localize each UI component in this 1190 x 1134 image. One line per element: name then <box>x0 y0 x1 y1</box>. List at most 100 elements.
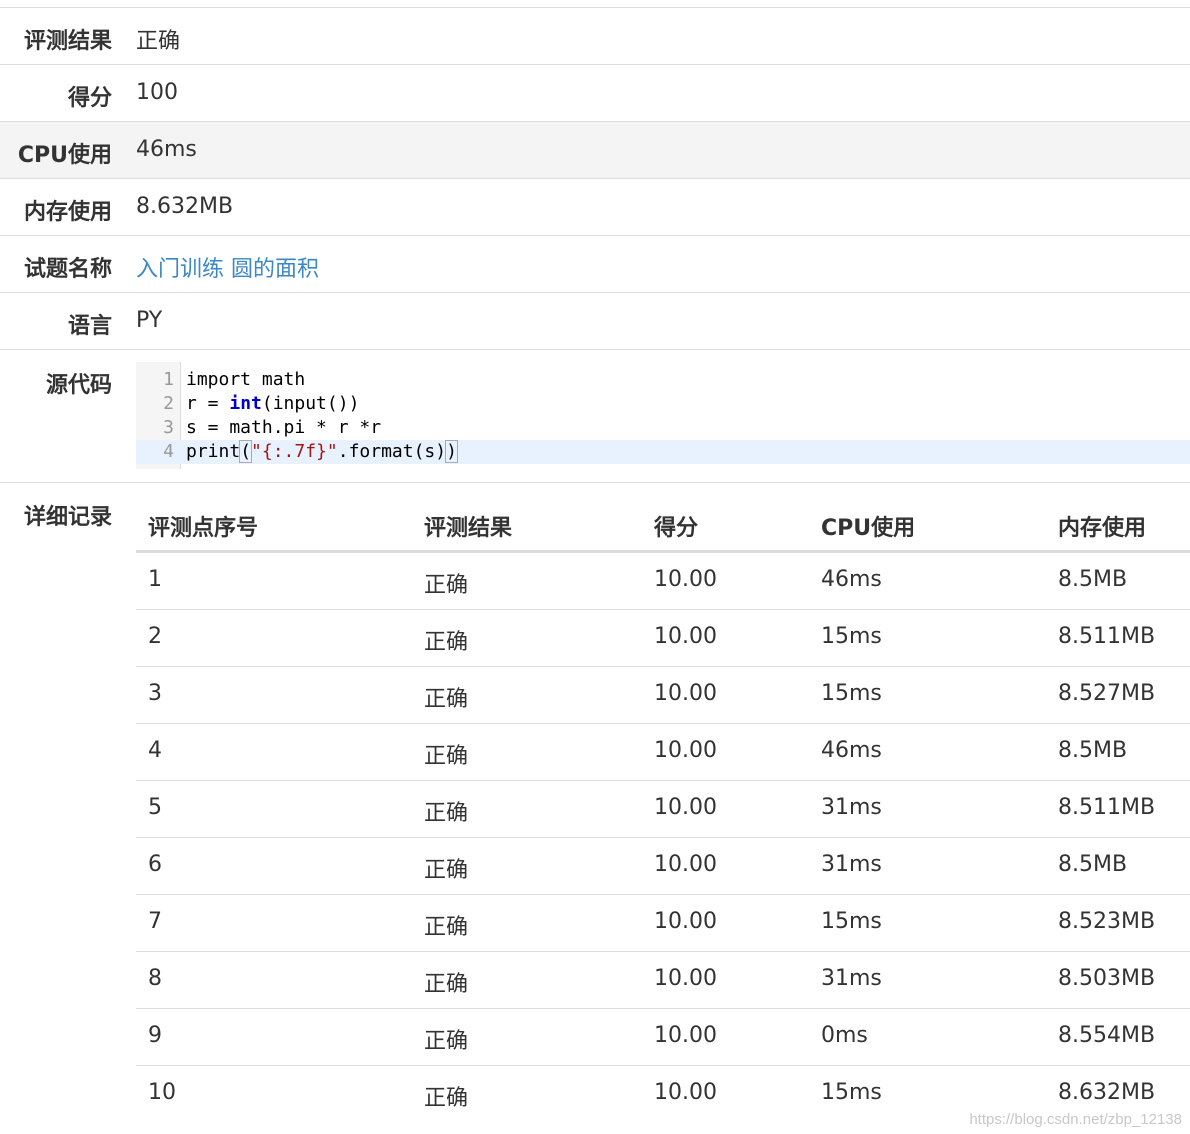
header-memory: 内存使用 <box>1058 516 1147 541</box>
cell-result: 正确 <box>424 744 469 769</box>
code-keyword: int <box>229 393 262 414</box>
cpu-label: CPU使用 <box>17 143 112 168</box>
table-row: 5 正确 10.00 31ms 8.511MB <box>136 781 1190 838</box>
line-number: 2 <box>163 393 174 414</box>
cell-memory: 8.5MB <box>1058 738 1128 763</box>
problem-link[interactable]: 入门训练 圆的面积 <box>136 251 319 283</box>
cell-cpu: 15ms <box>821 1080 882 1105</box>
details-label: 详细记录 <box>23 505 112 530</box>
code-token: .format(s) <box>337 441 447 462</box>
memory-value: 8.632MB <box>136 194 234 219</box>
code-line-1: 1 import math <box>136 368 1190 392</box>
cell-testcase: 6 <box>148 852 162 877</box>
cell-testcase: 3 <box>148 681 162 706</box>
cpu-value: 46ms <box>136 137 197 162</box>
cell-result: 正确 <box>424 1029 469 1054</box>
memory-label: 内存使用 <box>23 200 112 225</box>
cell-score: 10.00 <box>654 567 717 592</box>
cell-result: 正确 <box>424 630 469 655</box>
cell-score: 10.00 <box>654 795 717 820</box>
score-row: 得分 100 <box>0 64 1190 121</box>
cell-testcase: 10 <box>148 1080 176 1105</box>
line-number: 3 <box>163 417 174 438</box>
cell-memory: 8.632MB <box>1058 1080 1156 1105</box>
header-score: 得分 <box>654 516 699 541</box>
cell-testcase: 5 <box>148 795 162 820</box>
code-editor[interactable]: 1 import math 2 r = int(input()) 3 s = m… <box>136 362 1190 469</box>
table-row: 8 正确 10.00 31ms 8.503MB <box>136 952 1190 1009</box>
table-row: 4 正确 10.00 46ms 8.5MB <box>136 724 1190 781</box>
cell-cpu: 0ms <box>821 1023 868 1048</box>
cell-cpu: 31ms <box>821 852 882 877</box>
cell-cpu: 46ms <box>821 567 882 592</box>
table-row: 6 正确 10.00 31ms 8.5MB <box>136 838 1190 895</box>
cell-memory: 8.523MB <box>1058 909 1156 934</box>
code-token: (input()) <box>261 393 360 414</box>
result-label: 评测结果 <box>23 29 112 54</box>
cell-score: 10.00 <box>654 909 717 934</box>
cell-testcase: 1 <box>148 567 162 592</box>
watermark: https://blog.csdn.net/zbp_12138 <box>969 1111 1182 1128</box>
matched-bracket: ) <box>445 440 458 463</box>
code-text: print("{:.7f}".format(s)) <box>186 440 458 464</box>
cell-cpu: 31ms <box>821 966 882 991</box>
source-label: 源代码 <box>45 373 112 398</box>
cell-testcase: 2 <box>148 624 162 649</box>
result-value: 正确 <box>136 29 181 54</box>
table-row: 7 正确 10.00 15ms 8.523MB <box>136 895 1190 952</box>
code-line-2: 2 r = int(input()) <box>136 392 1190 416</box>
cell-memory: 8.503MB <box>1058 966 1156 991</box>
cell-cpu: 15ms <box>821 909 882 934</box>
language-row: 语言 PY <box>0 292 1190 349</box>
cell-memory: 8.554MB <box>1058 1023 1156 1048</box>
cell-score: 10.00 <box>654 738 717 763</box>
cell-cpu: 46ms <box>821 738 882 763</box>
cell-cpu: 15ms <box>821 624 882 649</box>
cell-result: 正确 <box>424 915 469 940</box>
line-number: 1 <box>163 369 174 390</box>
line-number: 4 <box>163 441 174 462</box>
cell-result: 正确 <box>424 801 469 826</box>
matched-bracket: ( <box>239 440 253 463</box>
code-text: s = math.pi * r *r <box>186 417 382 438</box>
table-row: 2 正确 10.00 15ms 8.511MB <box>136 610 1190 667</box>
cell-testcase: 7 <box>148 909 162 934</box>
code-token: r = <box>186 393 230 414</box>
code-line-3: 3 s = math.pi * r *r <box>136 416 1190 440</box>
table-header: 评测点序号 评测结果 得分 CPU使用 内存使用 <box>136 483 1190 553</box>
code-line-4-active: 4 print("{:.7f}".format(s)) <box>136 440 1190 464</box>
cell-cpu: 31ms <box>821 795 882 820</box>
cell-score: 10.00 <box>654 1080 717 1105</box>
cell-memory: 8.5MB <box>1058 852 1128 877</box>
language-value: PY <box>136 308 163 333</box>
cell-result: 正确 <box>424 1086 469 1111</box>
result-row: 评测结果 正确 <box>0 7 1190 64</box>
code-token: print <box>186 441 241 462</box>
cpu-row: CPU使用 46ms <box>0 121 1190 178</box>
cell-memory: 8.511MB <box>1058 795 1156 820</box>
cell-score: 10.00 <box>654 681 717 706</box>
header-result: 评测结果 <box>424 516 513 541</box>
source-row: 源代码 1 import math 2 r = int(input()) 3 s… <box>0 349 1190 482</box>
cell-result: 正确 <box>424 858 469 883</box>
cell-score: 10.00 <box>654 966 717 991</box>
cell-testcase: 8 <box>148 966 162 991</box>
code-text: r = int(input()) <box>186 392 359 416</box>
cell-result: 正确 <box>424 687 469 712</box>
header-cpu: CPU使用 <box>821 516 916 541</box>
cell-result: 正确 <box>424 972 469 997</box>
cell-cpu: 15ms <box>821 681 882 706</box>
cell-testcase: 9 <box>148 1023 162 1048</box>
memory-row: 内存使用 8.632MB <box>0 178 1190 235</box>
header-testcase: 评测点序号 <box>148 516 259 541</box>
cell-score: 10.00 <box>654 1023 717 1048</box>
cell-memory: 8.527MB <box>1058 681 1156 706</box>
code-string: "{:.7f}" <box>251 441 338 462</box>
score-label: 得分 <box>67 86 112 111</box>
table-row: 9 正确 10.00 0ms 8.554MB <box>136 1009 1190 1066</box>
table-row: 1 正确 10.00 46ms 8.5MB <box>136 553 1190 610</box>
problem-row: 试题名称 入门训练 圆的面积 <box>0 235 1190 292</box>
cell-testcase: 4 <box>148 738 162 763</box>
cell-result: 正确 <box>424 573 469 598</box>
language-label: 语言 <box>67 314 112 339</box>
